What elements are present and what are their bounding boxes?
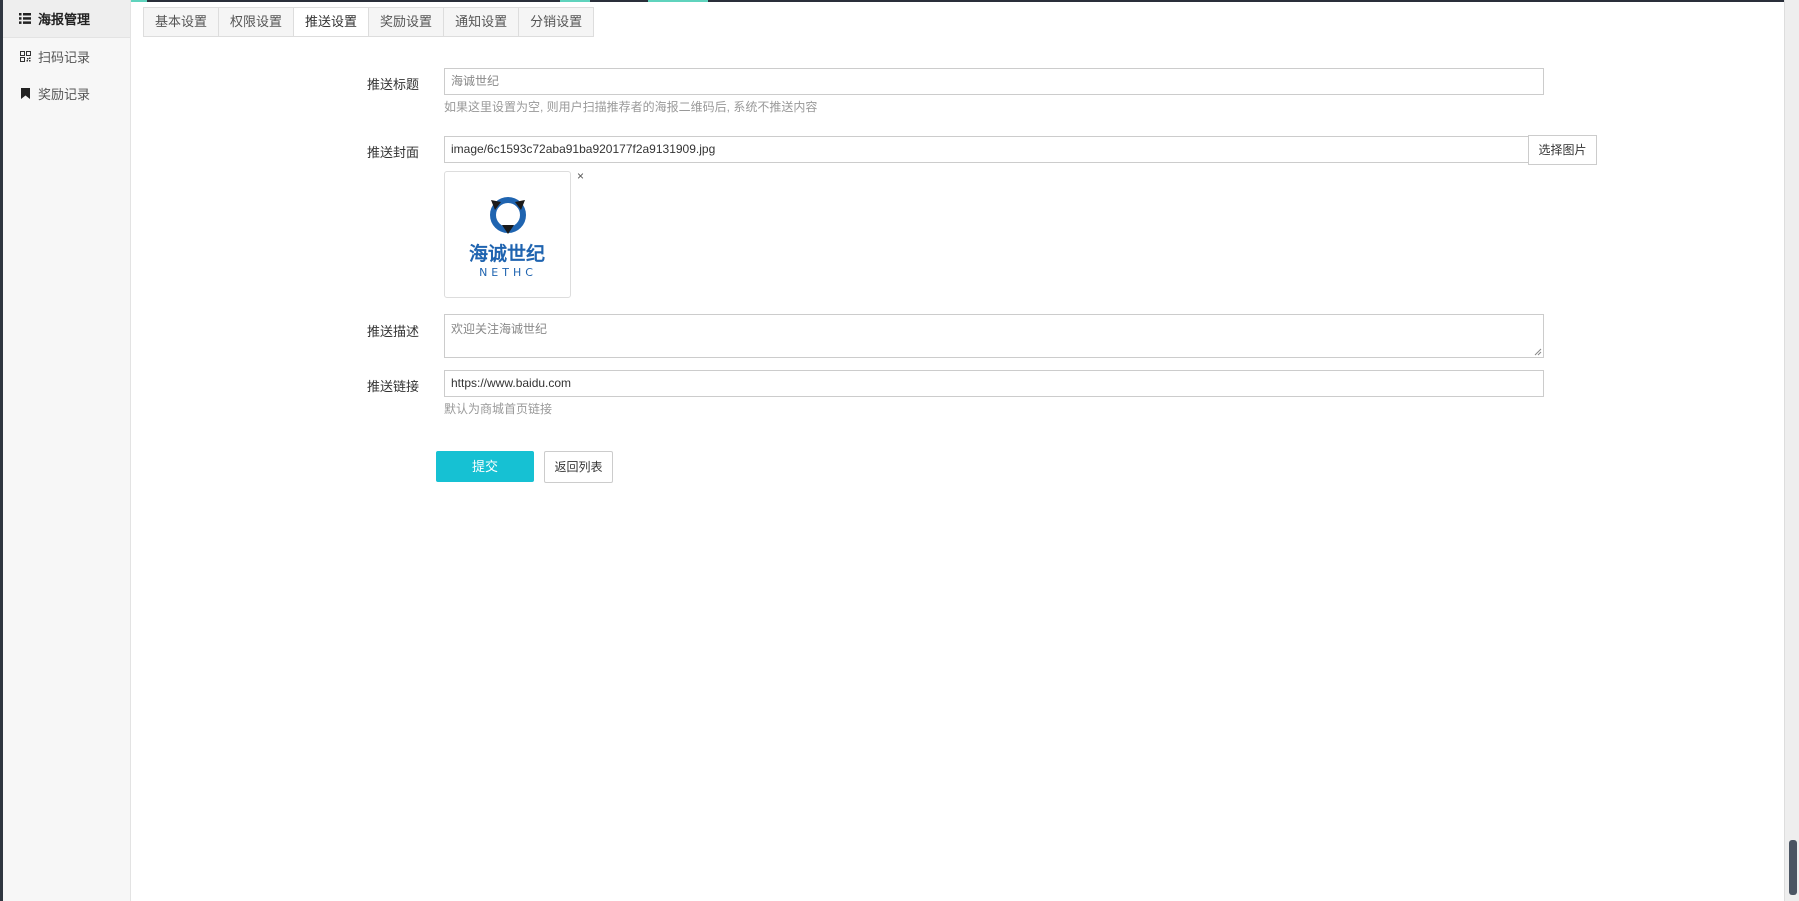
list-icon (18, 12, 32, 26)
cover-image-preview: 海诚世纪 NETHC (444, 171, 571, 298)
push-title-label: 推送标题 (366, 77, 419, 92)
push-desc-label: 推送描述 (366, 324, 419, 339)
sidebar-item-label: 奖励记录 (38, 87, 91, 102)
tab-notify[interactable]: 通知设置 (444, 8, 520, 36)
push-link-help: 默认为商城首页链接 (444, 402, 553, 416)
push-cover-label: 推送封面 (366, 145, 419, 160)
resize-handle-icon[interactable] (1534, 348, 1542, 356)
tab-push[interactable]: 推送设置 (294, 8, 370, 36)
push-link-input[interactable]: https://www.baidu.com (444, 370, 1544, 397)
top-accent-bar (0, 0, 1799, 2)
push-desc-textarea[interactable]: 欢迎关注海诚世纪 (444, 314, 1544, 358)
sidebar-item-reward-records[interactable]: 奖励记录 (3, 75, 130, 112)
push-cover-input[interactable]: image/6c1593c72aba91ba920177f2a9131909.j… (444, 136, 1529, 163)
nethc-logo: 海诚世纪 NETHC (469, 197, 545, 279)
sidebar-item-poster-manage[interactable]: 海报管理 (3, 0, 130, 38)
tab-reward[interactable]: 奖励设置 (369, 8, 445, 36)
push-desc-placeholder: 欢迎关注海诚世纪 (451, 322, 548, 336)
right-scrollbar[interactable] (1784, 0, 1799, 901)
top-accent-segment (560, 0, 590, 2)
bookmark-icon (18, 87, 32, 101)
logo-text-en: NETHC (479, 266, 537, 279)
sidebar-item-label: 扫码记录 (38, 50, 91, 65)
push-title-help: 如果这里设置为空, 则用户扫描推荐者的海报二维码后, 系统不推送内容 (444, 100, 818, 114)
sidebar-item-scan-records[interactable]: 扫码记录 (3, 38, 130, 75)
remove-image-icon[interactable]: × (577, 169, 584, 183)
top-accent-segment (648, 0, 708, 2)
tab-distribution[interactable]: 分销设置 (519, 8, 593, 36)
sidebar: 海报管理 扫码记录 奖励记录 (3, 0, 131, 901)
qrcode-icon (18, 50, 32, 64)
settings-tabs: 基本设置 权限设置 推送设置 奖励设置 通知设置 分销设置 (143, 7, 595, 37)
select-image-button[interactable]: 选择图片 (1528, 135, 1597, 165)
sidebar-item-label: 海报管理 (38, 12, 91, 27)
logo-text-cn: 海诚世纪 (469, 242, 545, 265)
push-title-input[interactable]: 海诚世纪 (444, 68, 1544, 95)
scrollbar-grip[interactable] (1789, 840, 1797, 895)
submit-button[interactable]: 提交 (436, 451, 534, 482)
tab-basic[interactable]: 基本设置 (144, 8, 220, 36)
push-link-label: 推送链接 (366, 379, 419, 394)
back-to-list-button[interactable]: 返回列表 (544, 451, 613, 483)
tab-permission[interactable]: 权限设置 (219, 8, 295, 36)
